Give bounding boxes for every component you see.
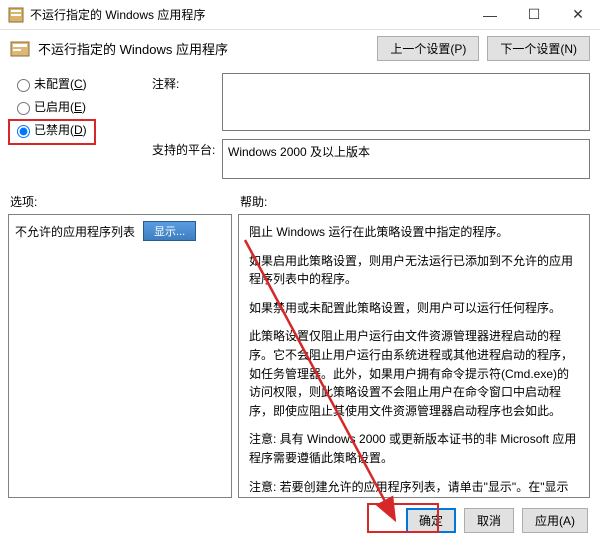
bottom-bar: 确定 取消 应用(A) bbox=[0, 498, 600, 533]
prev-setting-button[interactable]: 上一个设置(P) bbox=[377, 36, 479, 61]
help-paragraph: 阻止 Windows 运行在此策略设置中指定的程序。 bbox=[249, 223, 579, 242]
header-row: 不运行指定的 Windows 应用程序 上一个设置(P) 下一个设置(N) bbox=[0, 30, 600, 69]
help-pane[interactable]: 阻止 Windows 运行在此策略设置中指定的程序。 如果启用此策略设置，则用户… bbox=[238, 214, 590, 498]
cancel-button[interactable]: 取消 bbox=[464, 508, 514, 533]
minimize-button[interactable]: — bbox=[468, 0, 512, 29]
show-button[interactable]: 显示... bbox=[143, 221, 196, 241]
help-paragraph: 如果禁用或未配置此策略设置，则用户可以运行任何程序。 bbox=[249, 299, 579, 318]
platform-label: 支持的平台: bbox=[152, 139, 222, 179]
options-label: 选项: bbox=[10, 193, 240, 210]
app-icon bbox=[8, 7, 24, 23]
fields-column: 注释: 支持的平台: Windows 2000 及以上版本 bbox=[152, 73, 590, 187]
radio-column: 未配置(C) 已启用(E) 已禁用(D) bbox=[12, 73, 152, 187]
window-title: 不运行指定的 Windows 应用程序 bbox=[30, 6, 468, 23]
help-paragraph: 此策略设置仅阻止用户运行由文件资源管理器进程启动的程序。它不会阻止用户运行由系统… bbox=[249, 327, 579, 420]
main-row: 不允许的应用程序列表 显示... 阻止 Windows 运行在此策略设置中指定的… bbox=[0, 214, 600, 498]
options-pane: 不允许的应用程序列表 显示... bbox=[8, 214, 232, 498]
radio-enabled[interactable]: 已启用(E) bbox=[12, 98, 152, 115]
titlebar: 不运行指定的 Windows 应用程序 — ☐ ✕ bbox=[0, 0, 600, 30]
help-label: 帮助: bbox=[240, 193, 590, 210]
radio-disabled-input[interactable] bbox=[17, 125, 30, 138]
policy-icon bbox=[10, 39, 30, 59]
radio-enabled-label: 已启用(E) bbox=[34, 98, 86, 115]
next-setting-button[interactable]: 下一个设置(N) bbox=[487, 36, 590, 61]
platform-field: Windows 2000 及以上版本 bbox=[222, 139, 590, 179]
radio-disabled-label: 已禁用(D) bbox=[34, 121, 87, 138]
help-paragraph: 如果启用此策略设置，则用户无法运行已添加到不允许的应用程序列表中的程序。 bbox=[249, 252, 579, 289]
help-paragraph: 注意: 具有 Windows 2000 或更新版本证书的非 Microsoft … bbox=[249, 430, 579, 467]
section-labels: 选项: 帮助: bbox=[0, 187, 600, 214]
comment-label: 注释: bbox=[152, 73, 222, 131]
maximize-button[interactable]: ☐ bbox=[512, 0, 556, 29]
apply-button[interactable]: 应用(A) bbox=[522, 508, 588, 533]
radio-disabled[interactable]: 已禁用(D) bbox=[12, 121, 152, 138]
radio-not-configured-input[interactable] bbox=[17, 79, 30, 92]
radio-not-configured[interactable]: 未配置(C) bbox=[12, 75, 152, 92]
close-button[interactable]: ✕ bbox=[556, 0, 600, 29]
ok-button[interactable]: 确定 bbox=[406, 508, 456, 533]
radio-not-configured-label: 未配置(C) bbox=[34, 75, 87, 92]
header-title: 不运行指定的 Windows 应用程序 bbox=[38, 39, 369, 58]
comment-textarea[interactable] bbox=[222, 73, 590, 131]
config-section: 未配置(C) 已启用(E) 已禁用(D) 注释: 支持的平台: Windows … bbox=[0, 69, 600, 187]
radio-enabled-input[interactable] bbox=[17, 102, 30, 115]
disallowed-apps-list-label: 不允许的应用程序列表 bbox=[15, 223, 135, 240]
help-paragraph: 注意: 若要创建允许的应用程序列表，请单击"显示"。在"显示内容"对话框的"值"… bbox=[249, 478, 579, 498]
